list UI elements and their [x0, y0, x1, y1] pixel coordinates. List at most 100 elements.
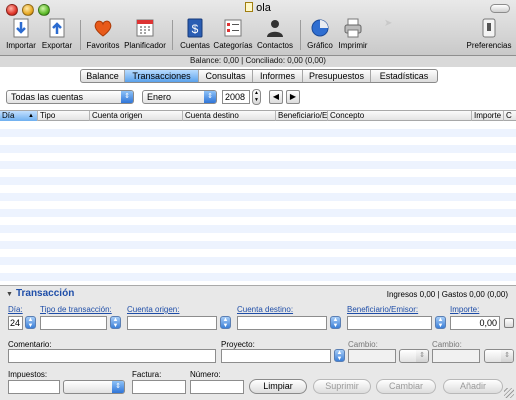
day-field[interactable]: 24	[8, 316, 23, 330]
tab-reports[interactable]: Informes	[253, 70, 303, 82]
toolbar-scheduler-label: Planificador	[124, 41, 166, 50]
dollar-ledger-icon: $	[187, 18, 203, 38]
toolbar-favorites-button[interactable]: Favoritos	[85, 17, 121, 53]
exchange-rate-field[interactable]	[348, 349, 396, 363]
window-title: ola	[0, 2, 516, 14]
amount-label: Importe:	[450, 305, 480, 314]
toolbar-accounts-label: Cuentas	[180, 41, 210, 50]
toolbar-preferences-button[interactable]: Preferencias	[466, 17, 512, 53]
toolbar-print-button[interactable]: Imprimir	[336, 17, 370, 53]
toolbar-export-button[interactable]: Exportar	[39, 17, 75, 53]
month-filter-value: Enero	[147, 92, 172, 102]
transaction-type-field[interactable]	[40, 316, 107, 330]
sort-ascending-icon: ▲	[28, 113, 34, 119]
toolbar-chart-button[interactable]: Gráfico	[305, 17, 335, 53]
chevron-updown-icon: ⇕	[112, 381, 124, 393]
month-filter-select[interactable]: Enero ⇕	[142, 90, 217, 104]
column-header-reconciled[interactable]: C	[504, 111, 516, 121]
year-stepper[interactable]: ▲ ▼	[252, 89, 261, 105]
toolbar-scheduler-button[interactable]: Planificador	[122, 17, 168, 53]
column-header-payee[interactable]: Beneficiario/E...	[276, 111, 328, 121]
exchange-currency-select[interactable]: ⇕	[399, 349, 429, 363]
invoice-field[interactable]	[132, 380, 186, 394]
destination-account-stepper[interactable]: ▲ ▼	[330, 316, 341, 329]
column-header-amount[interactable]: Importe	[472, 111, 504, 121]
previous-period-button[interactable]: ◀	[269, 90, 283, 104]
column-header-concept[interactable]: Concepto	[328, 111, 472, 121]
project-stepper[interactable]: ▲ ▼	[334, 349, 345, 362]
delete-button[interactable]: Suprimir	[313, 379, 371, 394]
exchange-rate-field-2[interactable]	[432, 349, 480, 363]
toolbar-preferences-label: Preferencias	[466, 41, 512, 50]
column-header-destination-account[interactable]: Cuenta destino	[183, 111, 276, 121]
taxes-select[interactable]: ⇕	[63, 380, 125, 394]
payee-stepper[interactable]: ▲ ▼	[435, 316, 446, 329]
balance-status: Balance: 0,00 | Conciliado: 0,00 (0,00)	[0, 56, 516, 67]
invoice-label: Factura:	[132, 370, 162, 379]
preferences-switch-icon	[482, 18, 496, 38]
payee-label[interactable]: Beneficiario/Emisor:	[347, 305, 418, 314]
column-header-day[interactable]: Día ▲	[0, 111, 38, 121]
import-icon	[13, 18, 29, 38]
toolbar-contacts-label: Contactos	[256, 41, 294, 50]
toolbar-import-button[interactable]: Importar	[4, 17, 38, 53]
tab-statistics[interactable]: Estadísticas	[371, 70, 437, 82]
destination-account-label[interactable]: Cuenta destino:	[237, 305, 293, 314]
transaction-type-stepper[interactable]: ▲ ▼	[110, 316, 121, 329]
origin-account-label[interactable]: Cuenta origen:	[127, 305, 179, 314]
tab-budgets[interactable]: Presupuestos	[303, 70, 371, 82]
payee-field[interactable]	[347, 316, 432, 330]
comment-field[interactable]	[8, 349, 216, 363]
toolbar-chart-label: Gráfico	[307, 41, 333, 50]
origin-account-field[interactable]	[127, 316, 217, 330]
origin-account-stepper[interactable]: ▲ ▼	[220, 316, 231, 329]
tab-queries[interactable]: Consultas	[199, 70, 253, 82]
transaction-panel-title[interactable]: ▼ Transacción	[6, 288, 74, 299]
clear-button[interactable]: Limpiar	[249, 379, 307, 394]
transaction-summary: Ingresos 0,00 | Gastos 0,00 (0,00)	[386, 290, 508, 299]
amount-field[interactable]: 0,00	[450, 316, 500, 330]
toolbar-separator	[300, 20, 301, 50]
toolbar-accounts-button[interactable]: $ Cuentas	[178, 17, 212, 53]
tab-balance[interactable]: Balance	[81, 70, 125, 82]
toolbar-separator	[172, 20, 173, 50]
transactions-table-body[interactable]	[0, 121, 516, 283]
printer-icon	[344, 18, 362, 38]
document-icon	[245, 2, 254, 12]
resize-grip-icon[interactable]	[504, 388, 514, 398]
column-header-origin-account[interactable]: Cuenta origen	[90, 111, 183, 121]
toolbar-categories-button[interactable]: Categorías	[213, 17, 253, 53]
day-label[interactable]: Día:	[8, 305, 23, 314]
chevron-updown-icon: ⇕	[204, 91, 216, 103]
year-field[interactable]: 2008	[222, 90, 250, 104]
transactions-table-header: Día ▲ Tipo Cuenta origen Cuenta destino B…	[0, 110, 516, 121]
change-button[interactable]: Cambiar	[376, 379, 436, 394]
toolbar-categories-label: Categorías	[213, 41, 253, 50]
add-button[interactable]: Añadir	[443, 379, 503, 394]
destination-account-field[interactable]	[237, 316, 327, 330]
toolbar-toggle-button[interactable]	[490, 4, 510, 13]
account-filter-value: Todas las cuentas	[11, 92, 84, 102]
account-filter-select[interactable]: Todas las cuentas ⇕	[6, 90, 134, 104]
column-header-day-label: Día	[2, 111, 15, 120]
column-header-type[interactable]: Tipo	[38, 111, 90, 121]
person-icon	[267, 20, 283, 37]
svg-text:$: $	[192, 22, 199, 36]
next-period-button[interactable]: ▶	[286, 90, 300, 104]
chevron-updown-icon: ⇕	[501, 350, 513, 362]
exchange-rate-label-2: Cambio:	[432, 340, 462, 349]
number-field[interactable]	[190, 380, 244, 394]
project-field[interactable]	[221, 349, 331, 363]
chevron-updown-icon: ⇕	[416, 350, 428, 362]
tab-transactions[interactable]: Transacciones	[125, 70, 199, 82]
reconciled-checkbox[interactable]	[504, 318, 514, 328]
taxes-field[interactable]	[8, 380, 60, 394]
transaction-type-label[interactable]: Tipo de transacción:	[40, 305, 112, 314]
chevron-updown-icon: ⇕	[121, 91, 133, 103]
exchange-currency-select-2[interactable]: ⇕	[484, 349, 514, 363]
day-stepper[interactable]: ▲ ▼	[25, 316, 36, 329]
window-title-text: ola	[256, 2, 271, 14]
comment-label: Comentario:	[8, 340, 52, 349]
toolbar-contacts-button[interactable]: Contactos	[255, 17, 295, 53]
number-label: Número:	[190, 370, 221, 379]
